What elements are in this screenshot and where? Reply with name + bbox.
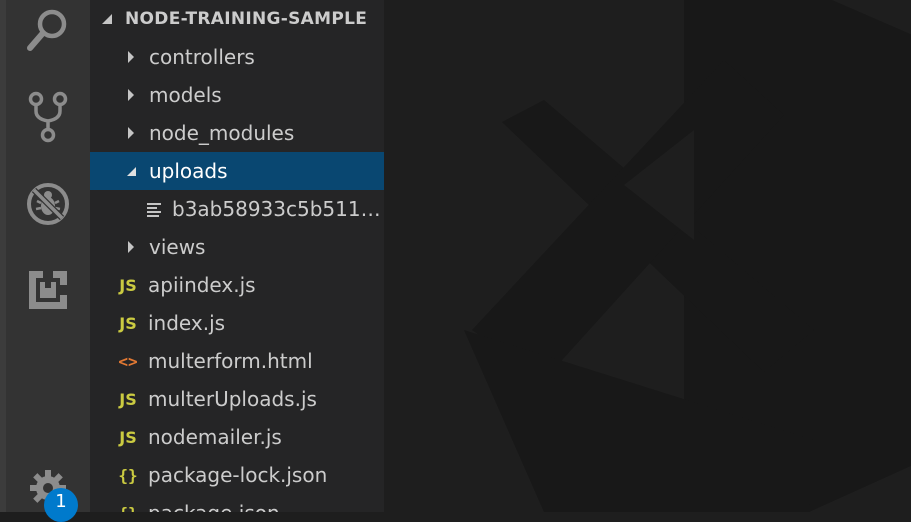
chevron-right-icon [124,38,138,76]
tree-item-views[interactable]: views [90,228,384,266]
tree-item-nodemailer-js[interactable]: JS nodemailer.js [90,418,384,456]
explorer-section-header[interactable]: NODE-TRAINING-SAMPLE [90,0,384,38]
tree-item-label: controllers [149,45,255,69]
tree-item-label: package.json [148,501,280,512]
json-icon: {} [116,504,140,513]
tree-item-label: models [149,83,222,107]
js-icon: JS [119,427,137,447]
tree-item-label: node_modules [149,121,295,145]
tree-item-label: uploads [149,159,228,183]
text-file-icon [142,201,166,217]
tree-item-upload-file[interactable]: b3ab58933c5b5115... [90,190,384,228]
search-icon[interactable] [22,4,74,56]
js-icon: JS [119,313,137,333]
tree-item-multeruploads-js[interactable]: JS multerUploads.js [90,380,384,418]
explorer-title: NODE-TRAINING-SAMPLE [125,9,368,29]
tree-item-multerform-html[interactable]: <> multerform.html [90,342,384,380]
editor-area [384,0,911,512]
html-icon: <> [118,351,138,371]
tree-item-label: package-lock.json [148,463,328,487]
tree-item-label: multerform.html [148,349,313,373]
tree-item-node-modules[interactable]: node_modules [90,114,384,152]
activity-bar: 1 [6,0,90,522]
file-tree: controllers models node_modules uploads [90,38,384,512]
chevron-down-icon [98,13,116,25]
tree-item-label: b3ab58933c5b5115... [172,197,384,221]
tree-item-models[interactable]: models [90,76,384,114]
chevron-right-icon [124,228,138,266]
js-icon: JS [119,389,137,409]
tree-item-index-js[interactable]: JS index.js [90,304,384,342]
json-icon: {} [118,465,138,485]
js-icon: JS [119,275,137,295]
tree-item-uploads[interactable]: uploads [90,152,384,190]
tree-item-label: index.js [148,311,226,335]
tree-item-apiindex-js[interactable]: JS apiindex.js [90,266,384,304]
chevron-right-icon [124,114,138,152]
tree-item-label: nodemailer.js [148,425,282,449]
tree-item-controllers[interactable]: controllers [90,38,384,76]
chevron-down-icon [124,152,138,190]
explorer-sidebar: NODE-TRAINING-SAMPLE controllers models … [90,0,384,512]
tree-item-label: apiindex.js [148,273,256,297]
chevron-right-icon [124,76,138,114]
extensions-icon[interactable] [22,264,74,316]
notification-badge: 1 [44,488,78,522]
vscode-logo-icon [464,0,911,512]
tree-item-label: views [149,235,206,259]
debug-icon[interactable] [22,178,74,230]
tree-item-package-json[interactable]: {} package.json [90,494,384,512]
source-control-icon[interactable] [22,91,74,143]
tree-item-package-lock-json[interactable]: {} package-lock.json [90,456,384,494]
tree-item-label: multerUploads.js [148,387,317,411]
